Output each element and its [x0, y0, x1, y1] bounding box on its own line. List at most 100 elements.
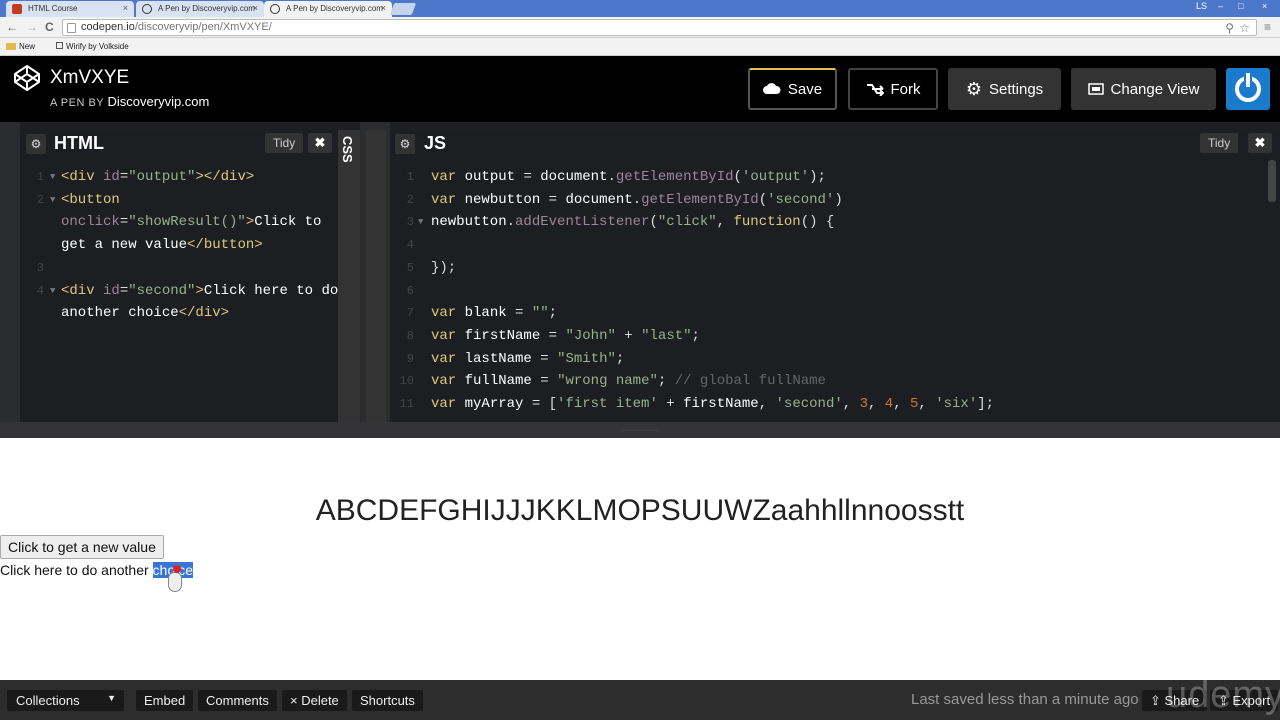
bookmark-new[interactable]: New: [6, 42, 35, 51]
line-number: 1: [406, 170, 414, 184]
code-line: var blank = "";: [431, 305, 558, 322]
tab-close-icon[interactable]: ×: [253, 3, 258, 13]
profile-badge[interactable]: LS: [1196, 1, 1207, 11]
html-editor-panel: ⚙ HTML Tidy ✖ 1 2 3 4 ▼ ▼ ▼ <div id="out…: [20, 130, 338, 422]
tab-label: A Pen by Discoveryvip.com: [158, 4, 255, 13]
pen-author-link[interactable]: Discoveryvip.com: [108, 94, 210, 109]
code-line: var output = document.getElementById('ou…: [431, 169, 826, 185]
comments-button[interactable]: Comments: [198, 690, 277, 711]
codepen-favicon-icon: [270, 4, 280, 14]
tab-close-icon[interactable]: ×: [381, 3, 386, 13]
save-label: Save: [787, 80, 823, 98]
output-resizer[interactable]: [0, 422, 1280, 438]
code-line: var newbutton = document.getElementById(…: [431, 191, 843, 208]
bookmark-star-icon[interactable]: ☆: [1239, 21, 1250, 35]
html-settings-gear-icon[interactable]: ⚙: [26, 134, 46, 154]
bookmark-wirify[interactable]: Wirify by Volkside: [56, 42, 129, 51]
resize-handle[interactable]: [622, 429, 658, 431]
line-number: 1: [36, 170, 44, 184]
fork-label: Fork: [890, 80, 921, 98]
line-number: 6: [406, 283, 414, 298]
js-panel-header: ⚙ JS Tidy ✖: [390, 130, 1280, 160]
fold-arrow-icon[interactable]: ▼: [50, 166, 55, 189]
browser-tab-bar: HTML Course × A Pen by Discoveryvip.com …: [0, 0, 1280, 17]
maximize-button[interactable]: □: [1238, 1, 1243, 11]
window-close-button[interactable]: ×: [1262, 1, 1267, 11]
minimize-button[interactable]: –: [1218, 1, 1223, 11]
embed-button[interactable]: Embed: [136, 690, 194, 711]
tab-label: HTML Course: [28, 4, 78, 13]
tab-pen-1[interactable]: A Pen by Discoveryvip.com ×: [136, 1, 264, 17]
new-value-button[interactable]: Click to get a new value: [0, 535, 164, 559]
codepen-logo-icon[interactable]: [14, 65, 40, 91]
tab-close-icon[interactable]: ×: [123, 3, 128, 13]
line-number: 2: [36, 192, 44, 207]
fork-button[interactable]: Fork: [848, 68, 938, 110]
code-line: <div id="second">Click here to do: [61, 282, 339, 299]
line-number: 4: [36, 283, 44, 298]
back-arrow-icon[interactable]: ←: [6, 20, 18, 34]
line-number: 8: [406, 328, 414, 343]
tab-label: A Pen by Discoveryvip.com: [286, 4, 383, 13]
html-panel-title: HTML: [54, 133, 104, 153]
fold-arrow-icon[interactable]: ▼: [50, 280, 55, 303]
code-line: onclick="showResult()">Click to: [61, 214, 322, 231]
js-panel-title: JS: [424, 133, 447, 153]
url-path: /discoveryvip/pen/XmVXYE/: [134, 21, 272, 33]
menu-icon[interactable]: ≡: [1264, 20, 1271, 34]
tab-html-course[interactable]: HTML Course ×: [6, 1, 134, 17]
code-line: newbutton.addEventListener("click", func…: [431, 214, 835, 231]
code-line: var myArray = ['first item' + firstName,…: [431, 396, 995, 412]
js-close-icon[interactable]: ✖: [1248, 133, 1272, 153]
code-line: var fullName = "wrong name"; // global f…: [431, 373, 826, 390]
collections-dropdown[interactable]: Collections ▼: [7, 690, 124, 711]
css-panel-collapsed[interactable]: CSS: [338, 130, 360, 422]
another-choice-text[interactable]: Click here to do another choice: [0, 562, 193, 578]
js-scrollbar[interactable]: [1268, 160, 1276, 202]
html-tidy-button[interactable]: Tidy: [265, 133, 304, 153]
change-view-button[interactable]: Change View: [1071, 68, 1216, 110]
cloud-icon: [762, 83, 781, 94]
url-field[interactable]: codepen.io/discoveryvip/pen/XmVXYE/ ⚲ ☆: [62, 19, 1257, 36]
change-view-label: Change View: [1110, 80, 1200, 98]
power-icon-stem: [1244, 73, 1252, 87]
user-avatar[interactable]: [1226, 68, 1270, 110]
css-resize-strip[interactable]: [366, 130, 386, 422]
collections-label: Collections: [16, 693, 80, 708]
codepen-favicon-icon: [142, 4, 152, 14]
folder-icon: [6, 43, 16, 50]
bookmarks-bar: New Wirify by Volkside: [0, 38, 1280, 56]
reload-icon[interactable]: C: [45, 20, 54, 34]
fork-icon: [866, 84, 884, 96]
fold-arrow-icon[interactable]: ▼: [418, 211, 423, 234]
delete-button[interactable]: × Delete: [282, 690, 347, 711]
pen-title[interactable]: XmVXYE: [50, 67, 129, 89]
css-panel-title: CSS: [340, 136, 355, 163]
js-settings-gear-icon[interactable]: ⚙: [395, 134, 415, 154]
click-indicator-icon: [173, 565, 181, 573]
code-line: var lastName = "Smith";: [431, 350, 625, 367]
pen-by-prefix: A PEN BY: [50, 97, 104, 109]
save-button[interactable]: Save: [748, 68, 837, 110]
tab-pen-active[interactable]: A Pen by Discoveryvip.com ×: [264, 1, 392, 17]
zoom-icon[interactable]: ⚲: [1225, 21, 1234, 35]
editor-area: ⚙ HTML Tidy ✖ 1 2 3 4 ▼ ▼ ▼ <div id="out…: [0, 122, 1280, 422]
output-heading: ABCDEFGHIJJJKKLMOPSUUWZaahhllnnoosstt: [315, 494, 965, 527]
js-editor-panel: ⚙ JS Tidy ✖ 1 2 3 4 5 6 7 8 9 10 11 ▼ va…: [390, 130, 1280, 422]
js-tidy-button[interactable]: Tidy: [1200, 133, 1239, 153]
html-close-icon[interactable]: ✖: [308, 133, 332, 153]
bookmark-page-icon: [56, 42, 63, 49]
settings-button[interactable]: ⚙ Settings: [948, 68, 1061, 110]
line-number: 10: [399, 374, 414, 389]
address-bar-row: ← → C codepen.io/discoveryvip/pen/XmVXYE…: [0, 17, 1280, 38]
forward-arrow-icon[interactable]: →: [26, 20, 38, 34]
mouse-cursor-icon: [168, 565, 182, 592]
code-line: <button: [61, 191, 120, 208]
fold-arrow-icon[interactable]: ▼: [50, 189, 55, 212]
line-number: 4: [406, 238, 414, 253]
shortcuts-button[interactable]: Shortcuts: [352, 690, 423, 711]
codepen-footer: Collections ▼ Embed Comments × Delete Sho…: [0, 674, 1280, 720]
new-tab-button[interactable]: [389, 3, 417, 15]
save-status: Last saved less than a minute ago: [911, 691, 1139, 708]
line-number: 7: [406, 306, 414, 321]
